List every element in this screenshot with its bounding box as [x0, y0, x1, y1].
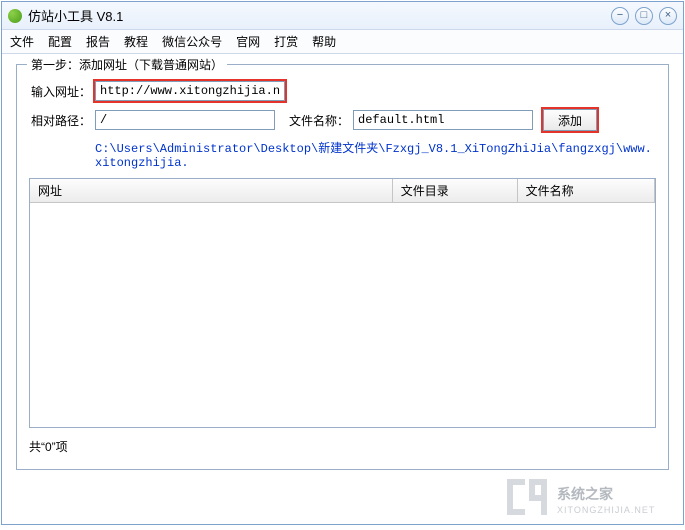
col-filename[interactable]: 文件名称: [517, 179, 654, 203]
path-label: 相对路径：: [29, 112, 91, 129]
app-window: 仿站小工具 V8.1 − □ × 文件 配置 报告 教程 微信公众号 官网 打赏…: [1, 1, 684, 525]
minimize-button[interactable]: −: [611, 7, 629, 25]
url-label: 输入网址：: [29, 83, 91, 100]
titlebar: 仿站小工具 V8.1 − □ ×: [2, 2, 683, 30]
full-path-text: C:\Users\Administrator\Desktop\新建文件夹\Fzx…: [95, 139, 656, 170]
add-button[interactable]: 添加: [543, 109, 597, 131]
watermark-sub: XITONGZHIJIA.NET: [557, 505, 655, 515]
filename-input[interactable]: [353, 110, 533, 130]
menu-config[interactable]: 配置: [48, 33, 72, 50]
window-title: 仿站小工具 V8.1: [28, 6, 611, 25]
menu-website[interactable]: 官网: [236, 33, 260, 50]
menu-wechat[interactable]: 微信公众号: [162, 33, 222, 50]
item-count: 共“0”项: [29, 438, 656, 455]
watermark-brand: 系统之家: [557, 486, 614, 502]
url-input[interactable]: [95, 81, 285, 101]
window-controls: − □ ×: [611, 7, 677, 25]
close-button[interactable]: ×: [659, 7, 677, 25]
content-area: 第一步：添加网址（下载普通网站） 输入网址： 相对路径： 文件名称： 添加 C:…: [2, 54, 683, 480]
menu-tutorial[interactable]: 教程: [124, 33, 148, 50]
menu-help[interactable]: 帮助: [312, 33, 336, 50]
maximize-button[interactable]: □: [635, 7, 653, 25]
path-input[interactable]: [95, 110, 275, 130]
col-url[interactable]: 网址: [30, 179, 392, 203]
url-row: 输入网址：: [29, 81, 656, 101]
app-icon: [8, 9, 22, 23]
path-row: 相对路径： 文件名称： 添加: [29, 109, 656, 131]
menu-file[interactable]: 文件: [10, 33, 34, 50]
menu-report[interactable]: 报告: [86, 33, 110, 50]
groupbox-title: 第一步：添加网址（下载普通网站）: [27, 56, 227, 73]
menubar: 文件 配置 报告 教程 微信公众号 官网 打赏 帮助: [2, 30, 683, 54]
step1-groupbox: 第一步：添加网址（下载普通网站） 输入网址： 相对路径： 文件名称： 添加 C:…: [16, 64, 669, 470]
table: 网址 文件目录 文件名称: [30, 179, 655, 203]
menu-donate[interactable]: 打赏: [274, 33, 298, 50]
url-table[interactable]: 网址 文件目录 文件名称: [29, 178, 656, 428]
filename-label: 文件名称：: [289, 112, 349, 129]
table-header-row: 网址 文件目录 文件名称: [30, 179, 655, 203]
col-dir[interactable]: 文件目录: [392, 179, 517, 203]
